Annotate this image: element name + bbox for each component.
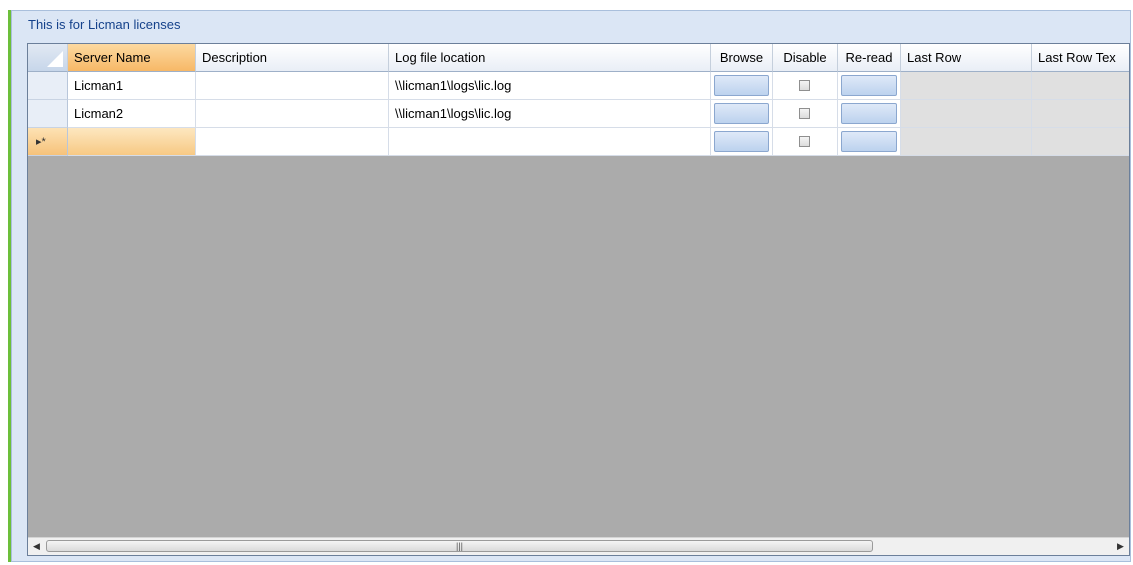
log-file-location-cell[interactable]: \\licman1\logs\lic.log [389, 100, 711, 128]
licman-panel: This is for Licman licenses Server Name … [11, 10, 1131, 562]
server-name-cell[interactable]: Licman1 [68, 72, 196, 100]
column-header-disable[interactable]: Disable [773, 44, 838, 72]
browse-button[interactable] [714, 131, 769, 152]
log-file-location-cell[interactable] [389, 128, 711, 156]
browse-cell [711, 100, 773, 128]
column-header-last-row-text[interactable]: Last Row Tex [1032, 44, 1129, 72]
row-header[interactable] [28, 100, 68, 128]
column-header-last-row[interactable]: Last Row [901, 44, 1032, 72]
select-all-triangle-icon [47, 51, 63, 67]
log-file-location-cell[interactable]: \\licman1\logs\lic.log [389, 72, 711, 100]
last-row-text-cell [1032, 72, 1129, 100]
select-all-corner[interactable] [28, 44, 68, 72]
scroll-right-icon[interactable]: ▶ [1112, 538, 1129, 555]
new-row[interactable]: ▸* [28, 128, 1129, 156]
browse-cell [711, 72, 773, 100]
description-cell[interactable] [196, 128, 389, 156]
scrollbar-thumb[interactable]: ||| [46, 540, 873, 552]
server-name-cell[interactable] [68, 128, 196, 156]
table-row[interactable]: Licman1 \\licman1\logs\lic.log [28, 72, 1129, 100]
reread-button[interactable] [841, 75, 897, 96]
grid-header-row: Server Name Description Log file locatio… [28, 44, 1129, 72]
server-grid[interactable]: Server Name Description Log file locatio… [27, 43, 1130, 556]
panel-caption: This is for Licman licenses [28, 17, 181, 32]
browse-button[interactable] [714, 103, 769, 124]
window: This is for Licman licenses Server Name … [0, 0, 1133, 565]
reread-button[interactable] [841, 103, 897, 124]
description-cell[interactable] [196, 100, 389, 128]
column-header-description[interactable]: Description [196, 44, 389, 72]
horizontal-scrollbar[interactable]: ◀ ||| ▶ [28, 537, 1129, 555]
reread-cell [838, 100, 901, 128]
last-row-cell [901, 100, 1032, 128]
row-header[interactable] [28, 72, 68, 100]
column-header-reread[interactable]: Re-read [838, 44, 901, 72]
browse-button[interactable] [714, 75, 769, 96]
server-name-cell[interactable]: Licman2 [68, 100, 196, 128]
reread-cell [838, 72, 901, 100]
disable-cell [773, 128, 838, 156]
last-row-text-cell [1032, 128, 1129, 156]
disable-checkbox[interactable] [799, 79, 810, 91]
scroll-left-icon[interactable]: ◀ [28, 538, 45, 555]
reread-cell [838, 128, 901, 156]
disable-checkbox[interactable] [799, 135, 810, 147]
description-cell[interactable] [196, 72, 389, 100]
column-header-server-name[interactable]: Server Name [68, 44, 196, 72]
column-header-browse[interactable]: Browse [711, 44, 773, 72]
new-row-indicator[interactable]: ▸* [28, 128, 68, 156]
last-row-cell [901, 72, 1032, 100]
reread-button[interactable] [841, 131, 897, 152]
browse-cell [711, 128, 773, 156]
disable-cell [773, 72, 838, 100]
last-row-text-cell [1032, 100, 1129, 128]
last-row-cell [901, 128, 1032, 156]
table-row[interactable]: Licman2 \\licman1\logs\lic.log [28, 100, 1129, 128]
disable-checkbox[interactable] [799, 107, 810, 119]
column-header-log-file-location[interactable]: Log file location [389, 44, 711, 72]
disable-cell [773, 100, 838, 128]
